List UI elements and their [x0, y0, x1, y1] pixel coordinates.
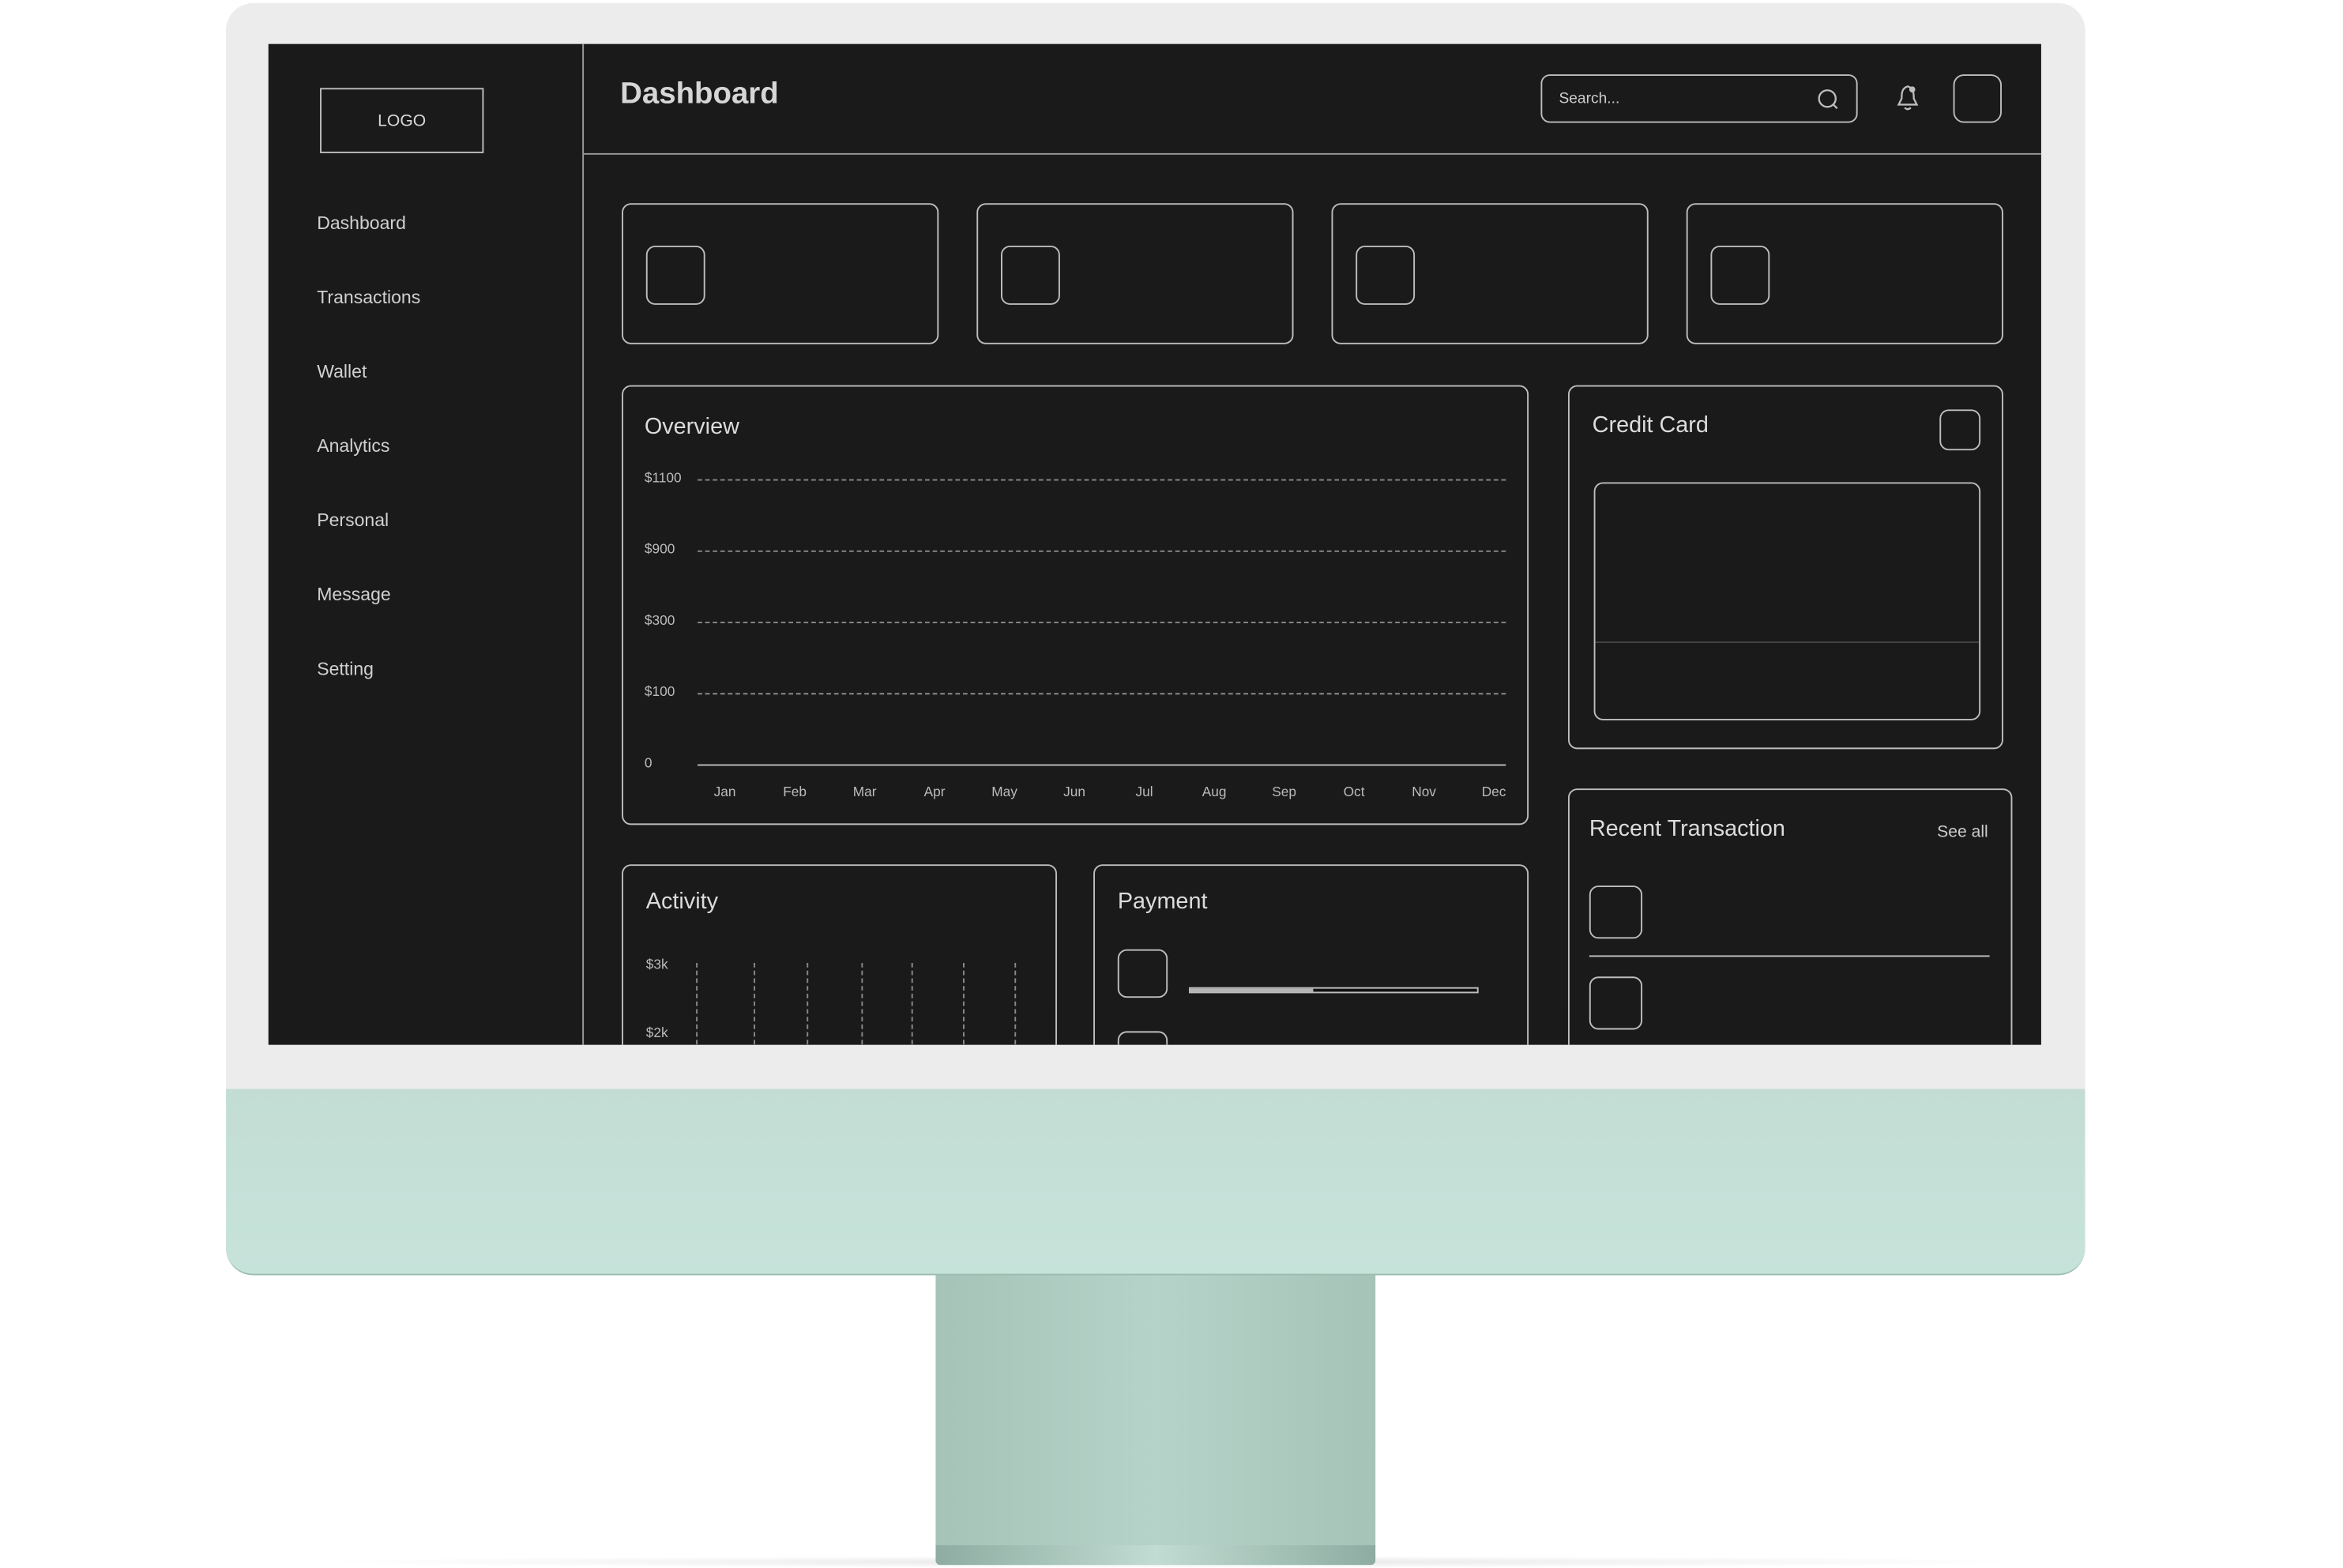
payment-progress-fill	[1190, 988, 1314, 992]
sidebar-item-wallet[interactable]: Wallet	[317, 361, 367, 382]
recent-transaction-title: Recent Transaction	[1589, 815, 1785, 842]
overview-x-tick: Aug	[1202, 784, 1227, 799]
overview-x-tick: Nov	[1412, 784, 1436, 799]
header: Dashboard	[584, 44, 2041, 155]
activity-gridline	[861, 963, 863, 1045]
sidebar-item-personal[interactable]: Personal	[317, 510, 389, 531]
recent-transaction-panel: Recent Transaction See all	[1567, 788, 2013, 1045]
sidebar-item-message[interactable]: Message	[317, 584, 390, 605]
overview-x-tick: Jul	[1135, 784, 1153, 799]
sidebar: LOGO Dashboard Transactions Wallet Analy…	[269, 43, 585, 1045]
monitor-chin	[226, 1089, 2085, 1276]
avatar[interactable]	[1953, 74, 2003, 123]
payment-icon	[1117, 949, 1168, 998]
overview-x-tick: Jan	[713, 784, 736, 799]
activity-y-tick: $3k	[645, 957, 668, 972]
page-title: Dashboard	[620, 77, 779, 111]
overview-x-tick: Sep	[1272, 784, 1296, 799]
stat-card	[1686, 203, 2003, 344]
stat-card	[1331, 203, 1649, 344]
stat-card-icon	[1710, 245, 1770, 305]
credit-card-title: Credit Card	[1592, 412, 1709, 438]
overview-x-tick: Apr	[923, 784, 946, 799]
credit-card-image	[1593, 482, 1981, 720]
overview-gridline	[698, 550, 1506, 552]
credit-card-panel: Credit Card	[1567, 385, 2003, 750]
transaction-divider	[1589, 955, 1990, 957]
activity-gridline	[911, 963, 913, 1045]
overview-y-tick: 0	[644, 755, 653, 771]
sidebar-item-transactions[interactable]: Transactions	[317, 287, 420, 308]
payment-progress-bar	[1189, 987, 1479, 994]
search-input[interactable]	[1540, 74, 1858, 123]
monitor-stand-base	[935, 1545, 1376, 1566]
overview-x-tick: Dec	[1481, 784, 1506, 799]
overview-title: Overview	[644, 414, 739, 440]
see-all-link[interactable]: See all	[1937, 823, 1988, 841]
credit-card-menu-button[interactable]	[1939, 409, 1981, 451]
overview-x-tick: May	[991, 784, 1017, 799]
overview-panel: Overview $1100 $900 $300 $100 0 Jan Feb Mar Apr M…	[622, 385, 1529, 825]
activity-gridline	[754, 963, 756, 1045]
overview-x-tick: Jun	[1063, 784, 1086, 799]
activity-gridline	[1014, 963, 1017, 1045]
activity-gridline	[963, 963, 965, 1045]
overview-y-tick: $100	[644, 683, 675, 699]
stat-card-icon	[645, 245, 705, 305]
stat-card-icon	[1001, 245, 1060, 305]
overview-y-tick: $300	[644, 612, 675, 628]
overview-y-tick: $900	[644, 541, 675, 557]
overview-gridline	[698, 479, 1506, 481]
logo: LOGO	[320, 88, 484, 153]
stat-card-icon	[1356, 245, 1416, 305]
stat-card	[976, 203, 1294, 344]
overview-x-tick: Oct	[1343, 784, 1365, 799]
dashboard-screen: LOGO Dashboard Transactions Wallet Analy…	[268, 43, 2041, 1045]
overview-x-tick: Feb	[783, 784, 807, 799]
stat-card	[622, 203, 939, 344]
transaction-icon	[1589, 976, 1643, 1030]
overview-baseline	[698, 764, 1506, 766]
overview-y-tick: $1100	[644, 470, 682, 486]
payment-title: Payment	[1117, 888, 1208, 915]
transaction-icon	[1589, 886, 1643, 939]
bell-icon[interactable]	[1894, 84, 1922, 114]
activity-y-tick: $2k	[645, 1025, 668, 1040]
sidebar-item-dashboard[interactable]: Dashboard	[317, 212, 406, 234]
overview-x-tick: Mar	[852, 784, 877, 799]
search-icon[interactable]	[1817, 88, 1841, 112]
monitor-stand	[935, 1273, 1376, 1547]
overview-gridline	[698, 622, 1506, 623]
activity-title: Activity	[645, 888, 719, 915]
payment-panel: Payment	[1093, 864, 1529, 1045]
overview-gridline	[698, 693, 1506, 695]
sidebar-item-setting[interactable]: Setting	[317, 658, 374, 679]
activity-panel: Activity $3k $2k	[622, 864, 1058, 1045]
activity-gridline	[807, 963, 809, 1045]
payment-icon	[1117, 1031, 1168, 1045]
sidebar-item-analytics[interactable]: Analytics	[317, 435, 389, 457]
activity-gridline	[696, 963, 698, 1045]
card-divider	[1595, 641, 1980, 643]
